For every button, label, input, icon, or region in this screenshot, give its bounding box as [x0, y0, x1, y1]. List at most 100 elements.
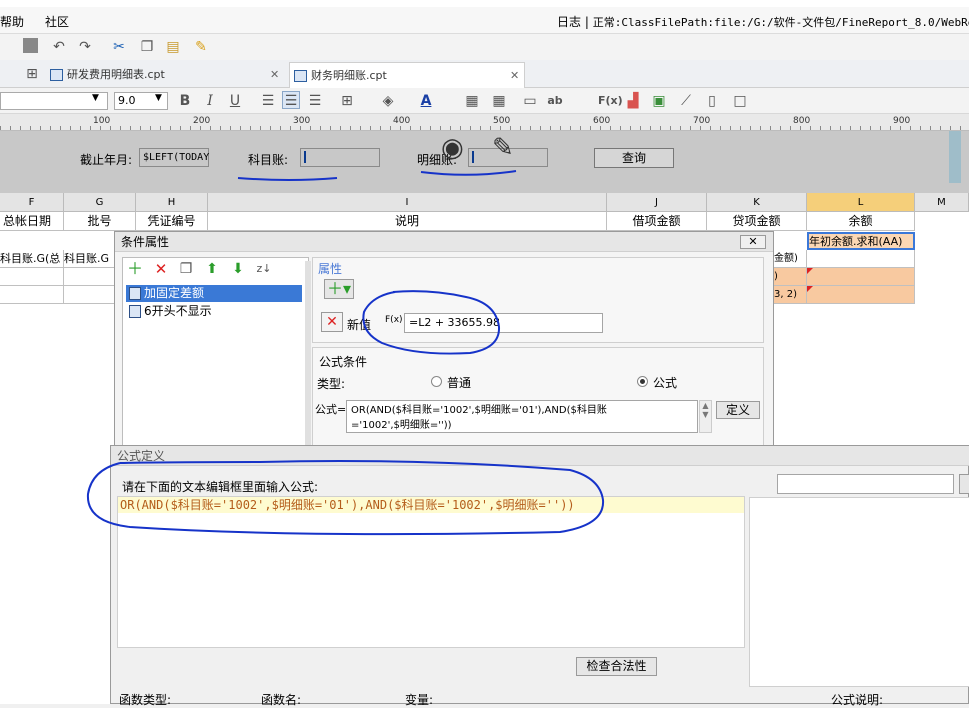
- slash-icon[interactable]: ⟋: [677, 92, 695, 110]
- header-cell[interactable]: 贷项金额: [707, 212, 807, 231]
- copy-icon[interactable]: ❐: [138, 38, 156, 56]
- type-label: 类型:: [317, 377, 346, 391]
- ruler-label: 500: [493, 116, 511, 126]
- list-item[interactable]: 6开头不显示: [126, 303, 302, 320]
- grid-cell[interactable]: [0, 286, 64, 304]
- chevron-down-icon[interactable]: ▼: [92, 93, 99, 103]
- grid-cell[interactable]: 科目账.G(总: [0, 250, 64, 268]
- new-report-icon[interactable]: ⊞: [23, 65, 41, 83]
- header-cell[interactable]: 凭证编号: [136, 212, 208, 231]
- fill-color-icon[interactable]: ◈: [379, 92, 397, 110]
- search-input[interactable]: [777, 474, 954, 494]
- ruler-tick: [520, 126, 521, 130]
- hide-eye-icon[interactable]: ◉: [441, 133, 464, 163]
- sort-icon[interactable]: z↓: [255, 260, 273, 278]
- new-value-input[interactable]: =L2 + 33655.98: [404, 313, 603, 333]
- formula-editor[interactable]: OR(AND($科目账='1002',$明细账='01'),AND($科目账='…: [117, 496, 745, 648]
- formula-code[interactable]: OR(AND($科目账='1002',$明细账='01'),AND($科目账='…: [120, 497, 575, 513]
- grid-cell[interactable]: 3, 2): [774, 286, 807, 304]
- fx-button[interactable]: F(x): [385, 315, 403, 325]
- align-left-icon[interactable]: ☰: [259, 92, 277, 110]
- type-formula-radio[interactable]: [637, 376, 648, 387]
- close-icon[interactable]: ✕: [510, 63, 519, 89]
- column-header[interactable]: K: [707, 193, 807, 212]
- header-cell[interactable]: 借项金额: [607, 212, 707, 231]
- cut-icon[interactable]: ✂: [110, 38, 128, 56]
- check-validity-button[interactable]: 检查合法性: [576, 657, 657, 676]
- delete-icon[interactable]: ✕: [152, 260, 170, 278]
- redo-icon[interactable]: ↷: [76, 38, 94, 56]
- italic-icon[interactable]: I: [201, 92, 219, 110]
- underline-icon[interactable]: U: [226, 92, 244, 110]
- header-cell[interactable]: 批号: [64, 212, 136, 231]
- header-cell[interactable]: 说明: [208, 212, 607, 231]
- header-cell[interactable]: 余额: [807, 212, 915, 231]
- type-normal-radio[interactable]: [431, 376, 442, 387]
- formula-scrollbar[interactable]: ▲ ▼: [699, 400, 712, 433]
- column-header[interactable]: F: [0, 193, 64, 212]
- close-icon[interactable]: ✕: [270, 62, 279, 88]
- subject-input[interactable]: [300, 148, 380, 167]
- splitter[interactable]: [305, 261, 311, 449]
- ruler-tick: [850, 126, 851, 130]
- grid-cell[interactable]: [807, 286, 915, 304]
- tab-rd-expense[interactable]: 研发费用明细表.cpt ✕: [50, 62, 286, 88]
- text-icon[interactable]: ab: [546, 92, 564, 110]
- widget-icon[interactable]: □: [731, 92, 749, 110]
- insert-row-icon[interactable]: ▭: [521, 92, 539, 110]
- move-down-icon[interactable]: ⬇: [229, 260, 247, 278]
- cutoff-input[interactable]: $LEFT(TODAY: [139, 148, 209, 167]
- list-item[interactable]: 加固定差额: [126, 285, 302, 302]
- subreport-icon[interactable]: ▯: [703, 92, 721, 110]
- tab-finance-ledger[interactable]: 财务明细账.cpt ✕: [289, 62, 525, 88]
- column-header[interactable]: I: [208, 193, 607, 212]
- header-cell[interactable]: 总帐日期: [0, 212, 64, 231]
- grid-cell[interactable]: ): [774, 268, 807, 286]
- menu-community[interactable]: 社区: [45, 13, 69, 30]
- param-scrollbar[interactable]: [949, 131, 961, 183]
- grid-cell[interactable]: 金额): [774, 250, 807, 268]
- border-icon[interactable]: ⊞: [338, 92, 356, 110]
- move-up-icon[interactable]: ⬆: [203, 260, 221, 278]
- ruler-label: 100: [93, 116, 111, 126]
- grid-cell[interactable]: [807, 268, 915, 286]
- chevron-down-icon[interactable]: ▼: [155, 93, 162, 103]
- save-icon[interactable]: [23, 38, 38, 53]
- merge-icon[interactable]: ▦: [463, 92, 481, 110]
- define-button[interactable]: 定义: [716, 401, 760, 419]
- ruler-tick: [30, 126, 31, 130]
- format-painter-icon[interactable]: ✎: [192, 38, 210, 56]
- add-icon[interactable]: ＋: [126, 260, 144, 278]
- ruler-tick: [130, 126, 131, 130]
- chart-icon[interactable]: ▟: [624, 92, 642, 110]
- add-attribute-button[interactable]: ＋▾: [324, 279, 354, 299]
- formula-icon[interactable]: F(x): [598, 92, 623, 110]
- align-center-icon[interactable]: ☰: [282, 91, 300, 109]
- condition-marker: [807, 268, 813, 274]
- grid-cell[interactable]: [0, 268, 64, 286]
- edit-pencil-icon[interactable]: ✎: [492, 133, 514, 163]
- column-header[interactable]: M: [915, 193, 969, 212]
- selected-cell[interactable]: 年初余额.求和(AA): [807, 232, 915, 250]
- undo-icon[interactable]: ↶: [50, 38, 68, 56]
- unmerge-icon[interactable]: ▦: [490, 92, 508, 110]
- copy-icon[interactable]: ❐: [177, 260, 195, 278]
- image-icon[interactable]: ▣: [650, 92, 668, 110]
- column-header[interactable]: L: [807, 193, 915, 212]
- menu-help[interactable]: 帮助: [0, 13, 24, 30]
- align-right-icon[interactable]: ☰: [306, 92, 324, 110]
- query-button[interactable]: 查询: [594, 148, 674, 168]
- column-header[interactable]: J: [607, 193, 707, 212]
- paste-icon[interactable]: ▤: [164, 38, 182, 56]
- remove-attribute-icon[interactable]: ✕: [321, 312, 343, 332]
- formula-display[interactable]: OR(AND($科目账='1002',$明细账='01'),AND($科目账 =…: [346, 400, 698, 433]
- column-header[interactable]: H: [136, 193, 208, 212]
- close-icon[interactable]: ✕: [740, 235, 766, 249]
- log-link[interactable]: 日志: [557, 15, 581, 29]
- column-header[interactable]: G: [64, 193, 136, 212]
- grid-cell[interactable]: [807, 250, 915, 268]
- function-list[interactable]: [749, 497, 969, 687]
- bold-icon[interactable]: B: [176, 92, 194, 110]
- search-button[interactable]: [959, 474, 969, 494]
- font-color-icon[interactable]: A: [417, 92, 435, 110]
